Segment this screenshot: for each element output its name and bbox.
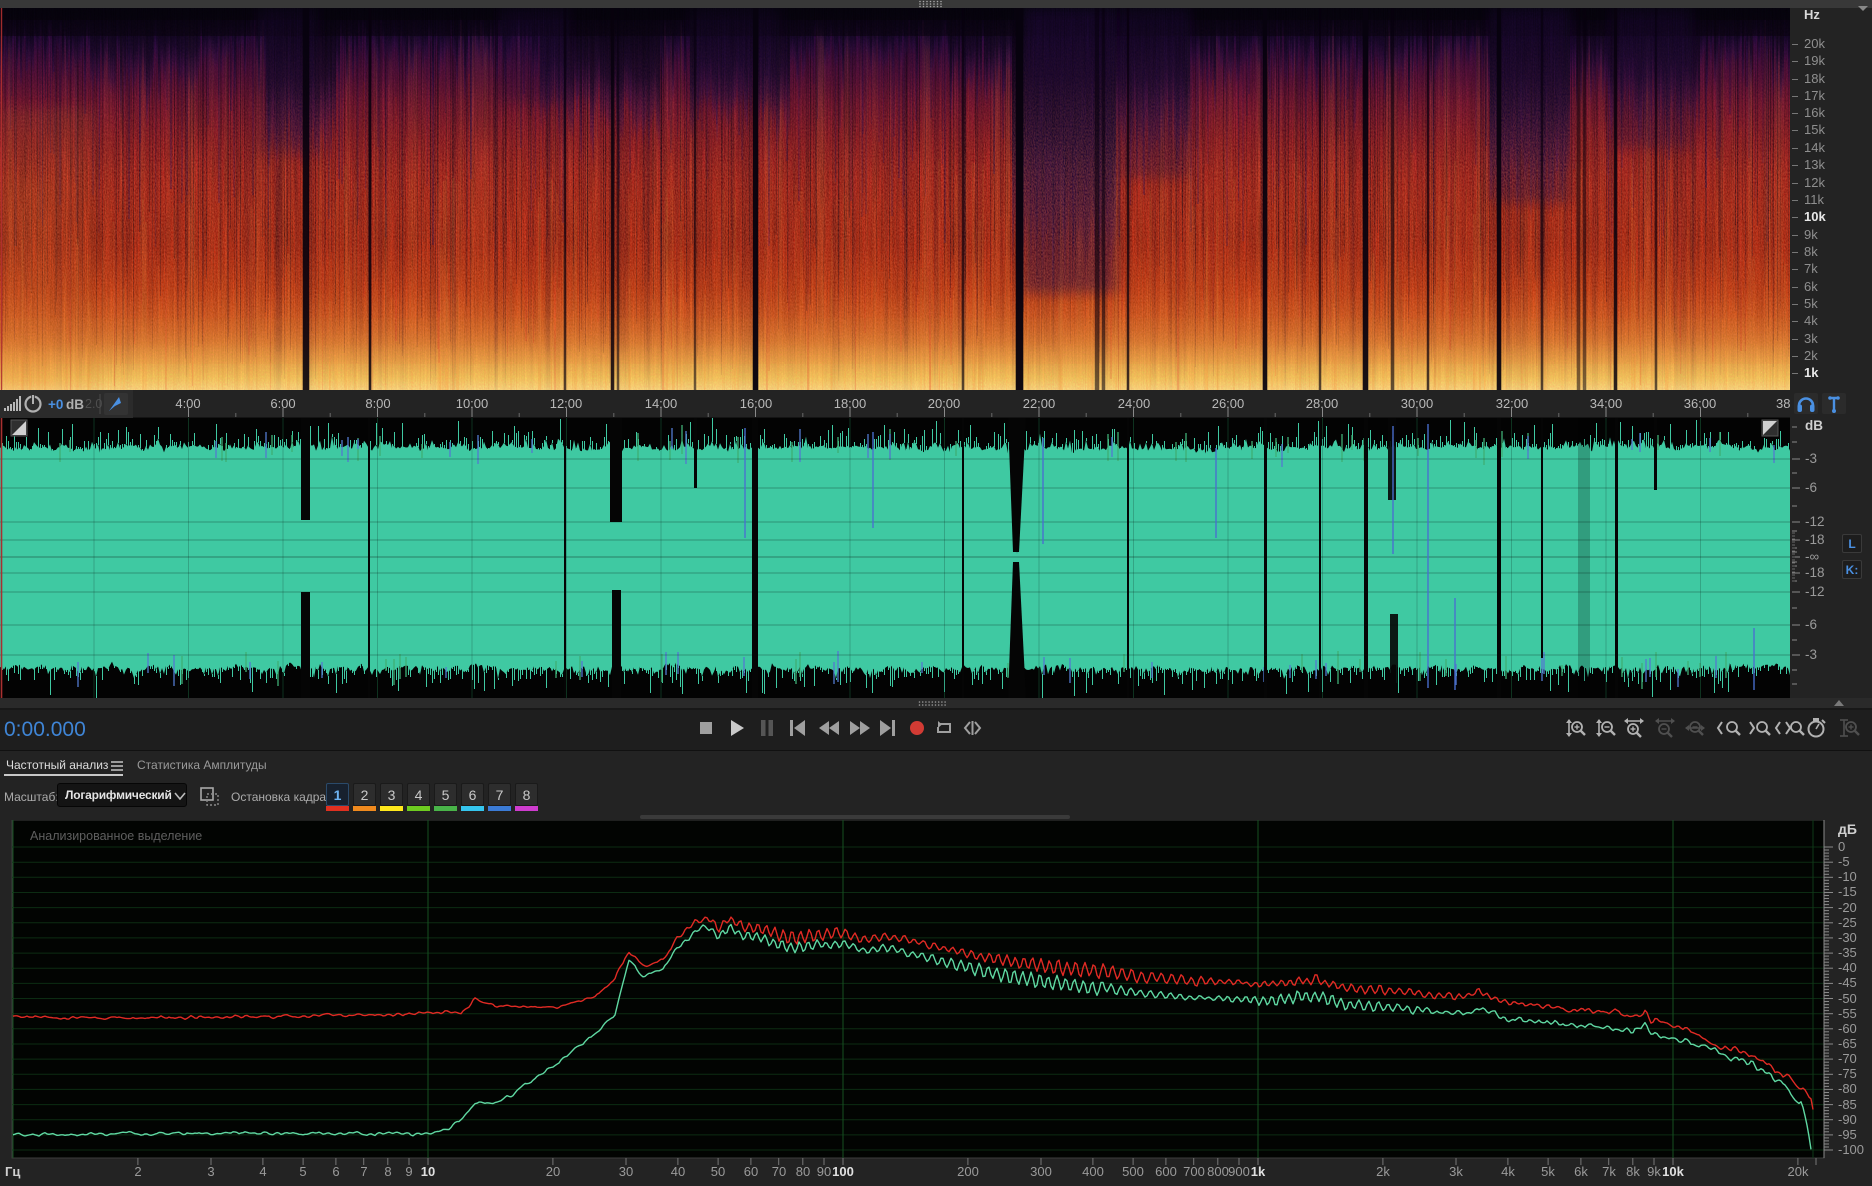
svg-text:dB: dB	[66, 397, 84, 412]
svg-text:+0: +0	[48, 397, 63, 412]
svg-text:2.0: 2.0	[85, 397, 102, 411]
